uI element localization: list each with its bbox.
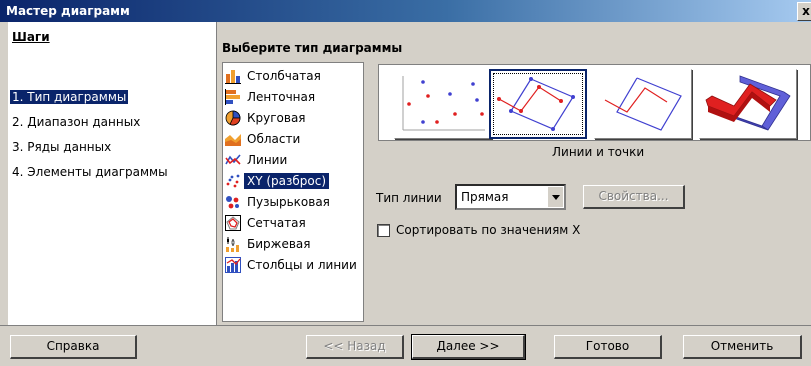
sort-by-x-label: Сортировать по значениям X <box>396 223 581 237</box>
sort-by-x-checkbox-row[interactable]: Сортировать по значениям X <box>377 223 580 237</box>
lines-and-points-preview <box>497 77 575 131</box>
help-button[interactable]: Справка <box>10 335 137 359</box>
chart-type-column[interactable]: Столбчатая <box>225 66 361 86</box>
chevron-down-icon <box>551 194 560 200</box>
chart-type-area[interactable]: Области <box>225 129 361 149</box>
chart-type-column-line[interactable]: Столбцы и линии <box>225 255 361 275</box>
chart-type-bar[interactable]: Ленточная <box>225 87 361 107</box>
chart-type-heading: Выберите тип диаграммы <box>222 41 403 55</box>
chart-type-xy-scatter[interactable]: XY (разброс) <box>225 171 361 191</box>
lines-only-preview <box>604 77 682 131</box>
variant-3d-lines[interactable] <box>699 69 797 139</box>
column-line-chart-icon <box>225 257 241 273</box>
chart-type-list: Столбчатая Ленточная Круговая Области Ли… <box>222 62 364 322</box>
properties-button[interactable]: Свойства... <box>583 185 685 209</box>
bubble-chart-icon <box>226 196 239 209</box>
chart-type-label: Ленточная <box>247 90 316 104</box>
variant-caption: Линии и точки <box>552 145 645 159</box>
sort-by-x-checkbox[interactable] <box>377 223 390 237</box>
chart-type-label: Столбчатая <box>247 69 321 83</box>
line-type-label: Тип линии <box>376 191 442 205</box>
net-chart-icon <box>225 215 241 231</box>
close-button[interactable]: x <box>797 2 811 21</box>
step-chart-elements[interactable]: 4. Элементы диаграммы <box>12 165 168 179</box>
variant-lines-only[interactable] <box>594 69 692 139</box>
column-chart-icon <box>225 70 241 84</box>
back-button[interactable]: << Назад <box>306 335 404 359</box>
variant-lines-and-points[interactable] <box>489 69 587 139</box>
chart-type-label: Сетчатая <box>247 216 306 230</box>
line-type-value: Прямая <box>461 190 509 204</box>
chart-type-label: Биржевая <box>247 237 311 251</box>
step-chart-type[interactable]: 1. Тип диаграммы <box>10 90 129 104</box>
chart-type-label: Столбцы и линии <box>247 258 357 272</box>
pie-chart-icon <box>225 110 241 126</box>
bar-chart-icon <box>225 89 240 105</box>
chart-type-label: Пузырьковая <box>247 195 330 209</box>
xy-scatter-icon <box>226 174 240 188</box>
dropdown-arrow-button[interactable] <box>547 187 563 207</box>
step-data-range[interactable]: 2. Диапазон данных <box>12 115 140 129</box>
line-type-label-text: Тип линии <box>376 191 442 205</box>
steps-heading: Шаги <box>12 30 50 44</box>
chart-type-label: Круговая <box>247 111 306 125</box>
points-only-preview <box>402 76 485 131</box>
stock-chart-icon <box>226 237 239 252</box>
chart-type-line[interactable]: Линии <box>225 150 361 170</box>
chart-type-label: Линии <box>247 153 288 167</box>
window-title: Мастер диаграмм <box>6 4 130 18</box>
chart-type-stock[interactable]: Биржевая <box>225 234 361 254</box>
title-bar: Мастер диаграмм x <box>0 0 811 22</box>
chart-type-bubble[interactable]: Пузырьковая <box>225 192 361 212</box>
finish-button[interactable]: Готово <box>554 335 662 359</box>
area-chart-icon <box>225 134 241 146</box>
close-icon: x <box>802 4 810 18</box>
step-data-series[interactable]: 3. Ряды данных <box>12 140 111 154</box>
chart-type-net[interactable]: Сетчатая <box>225 213 361 233</box>
line-chart-icon <box>225 154 241 165</box>
cancel-button[interactable]: Отменить <box>683 335 802 359</box>
chart-type-label: XY (разброс) <box>244 173 330 189</box>
line-type-select[interactable]: Прямая <box>455 184 566 210</box>
next-button[interactable]: Далее >> <box>411 334 526 360</box>
variant-points-only[interactable] <box>394 69 492 139</box>
chart-type-label: Области <box>247 132 301 146</box>
3d-lines-preview <box>705 75 791 131</box>
chart-type-pie[interactable]: Круговая <box>225 108 361 128</box>
